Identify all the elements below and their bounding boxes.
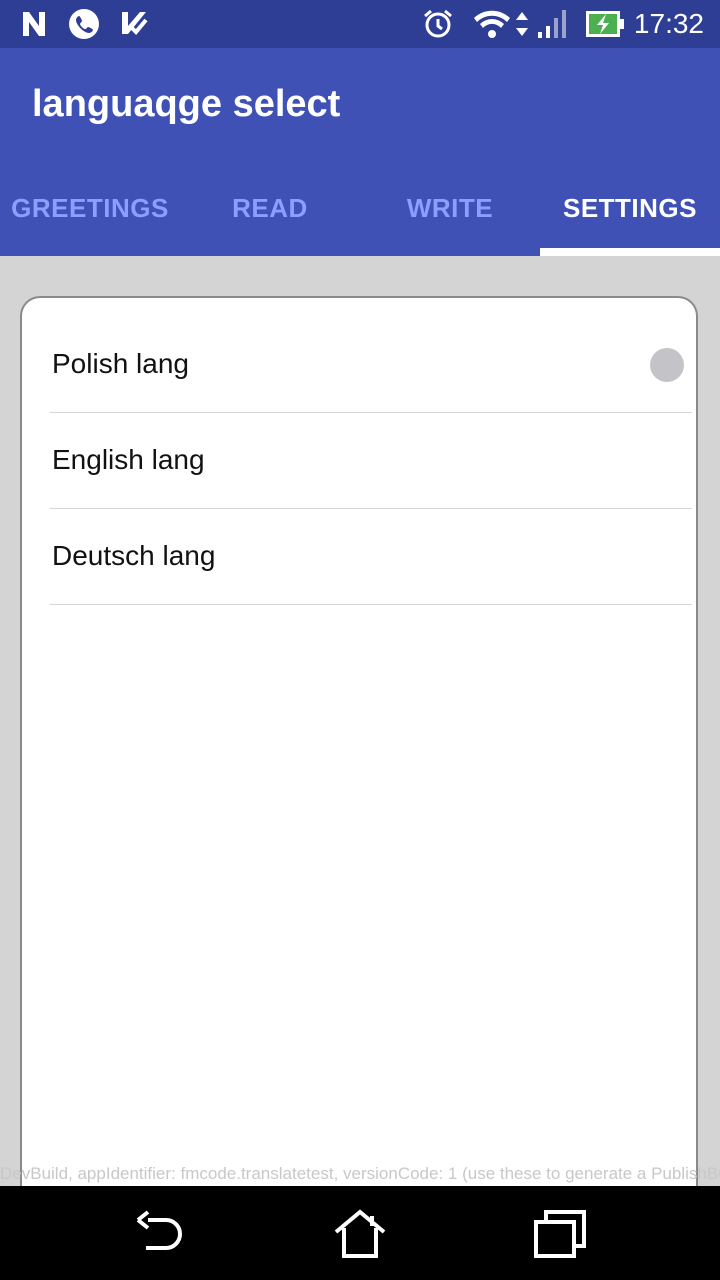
list-item-english[interactable]: English lang xyxy=(50,412,692,509)
wifi-icon xyxy=(472,8,532,40)
battery-charging-icon xyxy=(584,8,626,40)
list-item-label: Polish lang xyxy=(52,348,189,379)
alarm-icon xyxy=(422,8,454,40)
home-icon[interactable] xyxy=(332,1208,388,1260)
tab-read[interactable]: READ xyxy=(180,176,360,256)
page-title: languaqge select xyxy=(32,83,341,125)
navigation-bar xyxy=(0,1186,720,1280)
recents-icon[interactable] xyxy=(532,1208,588,1260)
list-item-deutsch[interactable]: Deutsch lang xyxy=(50,508,692,605)
list-item-polish[interactable]: Polish lang xyxy=(50,316,692,413)
list-item-label: English lang xyxy=(52,444,205,475)
status-bar: 17:32 xyxy=(0,0,720,48)
tab-settings[interactable]: SETTINGS xyxy=(540,176,720,256)
radio-button[interactable] xyxy=(650,348,684,382)
tab-greetings[interactable]: GREETINGS xyxy=(0,176,180,256)
list-item-label: Deutsch lang xyxy=(52,540,216,571)
language-list-card: Polish lang English lang Deutsch lang xyxy=(20,296,698,1196)
check-icon xyxy=(118,8,150,40)
phone-icon xyxy=(68,8,100,40)
clock-time: 17:32 xyxy=(633,8,704,39)
back-icon[interactable] xyxy=(132,1208,188,1260)
debug-build-info: DevBuild, appIdentifier: fmcode.translat… xyxy=(0,1164,720,1183)
tab-write[interactable]: WRITE xyxy=(360,176,540,256)
tab-indicator xyxy=(540,248,720,256)
signal-icon xyxy=(534,8,570,40)
n-notification-icon xyxy=(18,8,50,40)
